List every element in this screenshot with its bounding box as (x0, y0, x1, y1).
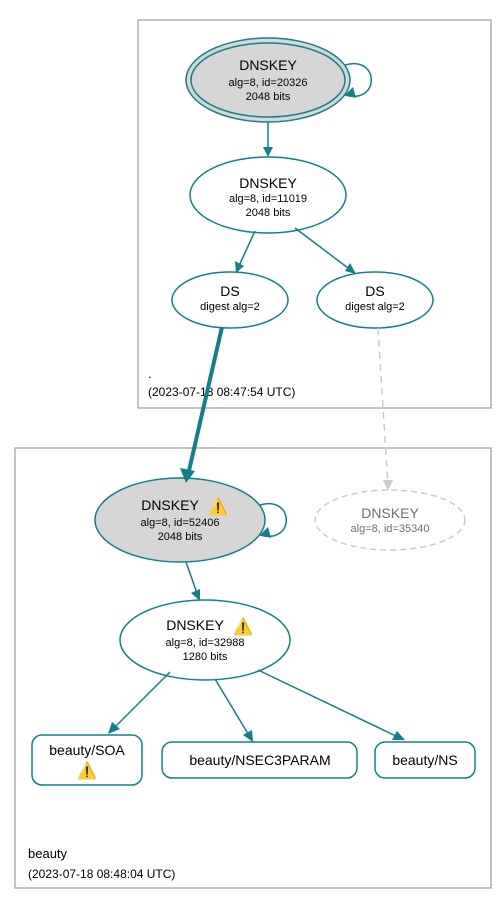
node-rr-ns: beauty/NS (375, 742, 475, 778)
node-title: DNSKEY (166, 617, 224, 633)
node-sub1: digest alg=2 (345, 301, 405, 313)
node-root-ksk: DNSKEY alg=8, id=20326 2048 bits (186, 38, 350, 122)
warning-icon: ⚠️ (208, 497, 228, 516)
arrowhead (235, 261, 244, 273)
edge-zsk-nsec3 (215, 679, 250, 737)
warning-icon: ⚠️ (77, 761, 97, 780)
node-title: beauty/NSEC3PARAM (189, 752, 330, 768)
edge-ds2-beautyunknown (378, 328, 388, 486)
node-sub2: 2048 bits (246, 91, 291, 103)
warning-icon: ⚠️ (233, 617, 253, 636)
node-title: DNSKEY (239, 175, 297, 191)
node-sub1: alg=8, id=20326 (229, 77, 308, 89)
zone-name-beauty: beauty (28, 846, 68, 861)
node-root-zsk: DNSKEY alg=8, id=11019 2048 bits (190, 157, 346, 233)
edge-rootzsk-ds1 (238, 231, 255, 268)
node-sub1: digest alg=2 (200, 301, 260, 313)
arrowhead (263, 147, 273, 157)
node-sub2: 2048 bits (246, 207, 291, 219)
node-title: DS (365, 283, 384, 299)
node-sub1: alg=8, id=52406 (141, 517, 220, 529)
edge-rootzsk-ds2 (295, 228, 352, 271)
dnssec-graph: . (2023-07-18 08:47:54 UTC) beauty (2023… (0, 0, 501, 919)
node-ds2: DS digest alg=2 (317, 272, 433, 328)
node-beauty-unknown: DNSKEY alg=8, id=35340 (315, 490, 465, 550)
node-sub1: alg=8, id=11019 (229, 193, 307, 205)
node-beauty-ksk: DNSKEY ⚠️ alg=8, id=52406 2048 bits (95, 478, 265, 562)
zone-timestamp-beauty: (2023-07-18 08:48:04 UTC) (28, 867, 175, 881)
edge-zsk-ns (258, 670, 400, 738)
node-title: beauty/NS (392, 752, 457, 768)
node-title: beauty/SOA (49, 742, 125, 758)
zone-timestamp-root: (2023-07-18 08:47:54 UTC) (148, 385, 295, 399)
zone-name-root: . (148, 366, 152, 381)
node-sub1: alg=8, id=35340 (351, 523, 430, 535)
arrowhead (243, 730, 253, 742)
edge-ds1-beautyksk (188, 327, 222, 475)
node-rr-soa: beauty/SOA ⚠️ (32, 735, 142, 785)
node-ds1: DS digest alg=2 (172, 272, 288, 328)
node-title: DNSKEY (239, 57, 297, 73)
edge-zsk-soa (112, 672, 170, 730)
node-title: DS (220, 283, 239, 299)
node-beauty-zsk: DNSKEY ⚠️ alg=8, id=32988 1280 bits (120, 600, 290, 680)
node-title: DNSKEY (361, 505, 419, 521)
node-sub1: alg=8, id=32988 (166, 637, 245, 649)
arrowhead (345, 263, 356, 274)
node-title: DNSKEY (141, 497, 199, 513)
node-rr-nsec3: beauty/NSEC3PARAM (162, 742, 357, 778)
node-sub2: 1280 bits (183, 651, 228, 663)
node-sub2: 2048 bits (158, 531, 203, 543)
